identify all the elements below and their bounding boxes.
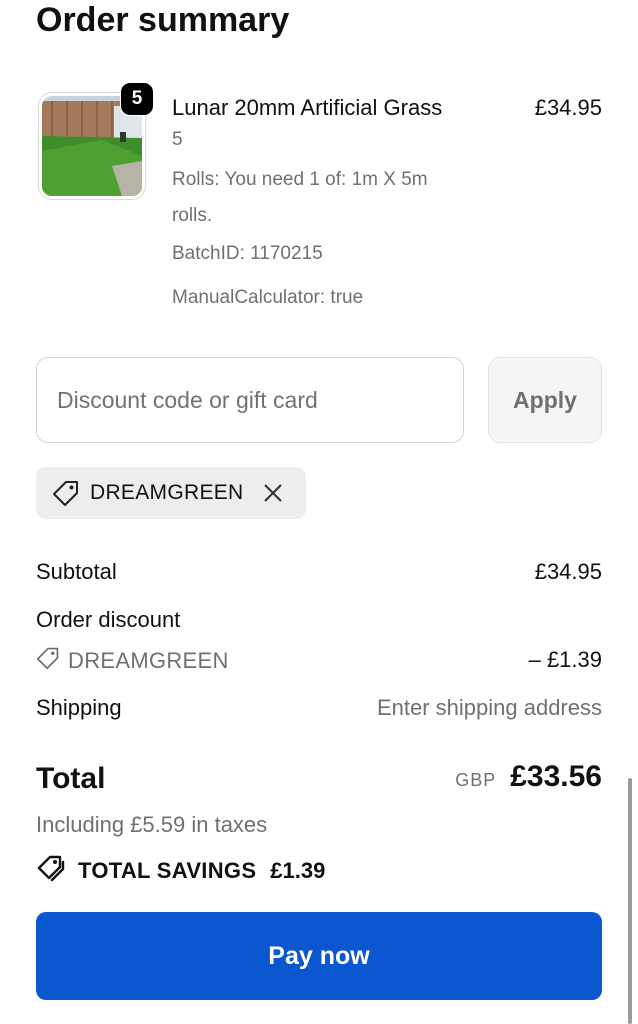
remove-discount-icon[interactable]	[262, 482, 284, 504]
shipping-label: Shipping	[36, 695, 122, 720]
shipping-value: Enter shipping address	[376, 695, 602, 720]
total-value: £33.56	[510, 760, 602, 793]
discount-code-input[interactable]	[36, 357, 464, 443]
product-rolls-note: Rolls: You need 1 of: 1m X 5m rolls.	[172, 169, 428, 226]
savings-label: TOTAL SAVINGS	[78, 857, 257, 883]
applied-discount-code: DREAMGREEN	[90, 481, 244, 504]
subtotal-label: Subtotal	[36, 559, 117, 584]
savings-tag-icon	[36, 854, 66, 887]
applied-discount-chip: DREAMGREEN	[36, 467, 306, 519]
quantity-badge: 5	[120, 82, 154, 116]
product-batch-id: BatchID: 1170215	[172, 243, 323, 264]
product-price: £34.95	[534, 95, 602, 120]
product-thumbnail: 5	[38, 82, 154, 200]
total-savings: TOTAL SAVINGS £1.39	[36, 854, 325, 887]
scrollbar[interactable]	[628, 778, 632, 1024]
product-manual-calculator: ManualCalculator: true	[172, 287, 364, 308]
taxes-note: Including £5.59 in taxes	[36, 812, 268, 837]
discount-code-row: DREAMGREEN	[36, 646, 229, 675]
order-discount-label: Order discount	[36, 607, 181, 632]
tag-icon	[52, 479, 80, 507]
page-title: Order summary	[36, 1, 290, 39]
total-label: Total	[36, 762, 106, 795]
apply-discount-button[interactable]: Apply	[488, 357, 602, 443]
total-amount: GBP £33.56	[455, 760, 602, 794]
subtotal-value: £34.95	[534, 559, 602, 584]
discount-value: – £1.39	[528, 647, 602, 672]
pay-now-button[interactable]: Pay now	[36, 912, 602, 1000]
product-quantity: 5	[172, 129, 183, 150]
discount-code-label: DREAMGREEN	[68, 647, 229, 673]
savings-value: £1.39	[270, 857, 326, 883]
tag-icon	[36, 646, 60, 675]
product-name: Lunar 20mm Artificial Grass	[172, 95, 443, 120]
currency-code: GBP	[455, 770, 497, 790]
